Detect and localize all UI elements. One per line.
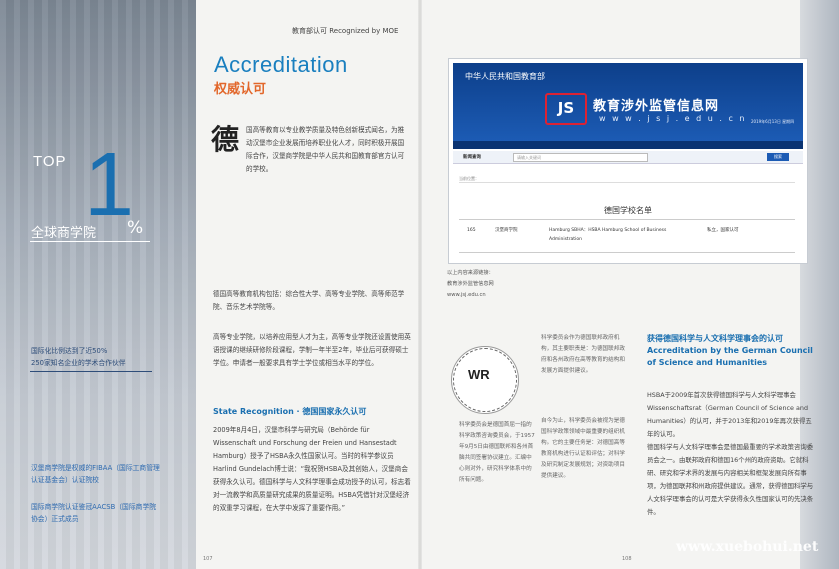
council-column-top: 科学委员会作为德国联邦政府机构，其主要职责是：为德国联邦政府和各州政府在高等教育… [541, 335, 625, 374]
right-section-title: 获得德国科学与人文科学理事会的认可 Accreditation by the G… [647, 333, 817, 369]
page-number-left: 107 [203, 556, 213, 562]
website-screenshot: 中华人民共和国教育部 JS 教育涉外监管信息网 w w w . j s j . … [448, 58, 808, 264]
search-button[interactable]: 搜索 [767, 153, 789, 161]
accreditation-aacsb: 国际商学院认证鉴冠AACSB（国际商学院协会）正式成员 [31, 503, 157, 523]
dropcap: 德 [211, 123, 240, 156]
search-label: 新闻查询 [463, 155, 481, 160]
body-paragraph-2: 高等专业学院，以培养应用型人才为主，高等专业学院还设置使用英语授课的继续研修阶段… [213, 333, 411, 367]
right-paragraph-1: HSBA于2009年首次获得德国科学与人文科学理事会Wissenschaftsr… [647, 391, 812, 438]
accreditation-fibaa: 汉堡商学院是权威的FIBAA（国际工商管理认证基金会）认证院校 [31, 464, 160, 484]
source-note: 以上内容来源链接： 教育涉外监管信息网 www.jsj.edu.cn [447, 268, 494, 301]
source-line-2: 教育涉外监管信息网 [447, 281, 494, 287]
site-search-bar: 新闻查询 请输入关键词 搜索 [453, 151, 803, 164]
right-title-en: Accreditation by the German Council of S… [647, 346, 813, 367]
table-row: 165 汉堡商学院 Hamburg SBHA：HSBA Hamburg Scho… [459, 219, 795, 253]
big-number: 1 [84, 135, 135, 235]
stat-line-2: 250家知名企业的学术合作伙伴 [31, 359, 126, 367]
site-top-title: 中华人民共和国教育部 [465, 72, 545, 81]
row-type: 私立，国家认可 [707, 228, 739, 233]
watermark: www.xuebohui.net [676, 539, 819, 555]
accreditation-subtitle: 权威认可 [214, 82, 267, 97]
page-number-right: 108 [622, 556, 632, 562]
site-name: 教育涉外监管信息网 [593, 99, 720, 114]
right-title-cn: 获得德国科学与人文科学理事会的认可 [647, 334, 783, 343]
row-name: Hamburg SBHA：HSBA Hamburg School of Busi… [549, 228, 667, 242]
body-paragraph-1: 德国高等教育机构包括：综合性大学、高等专业学院、高等师范学院、音乐艺术学院等。 [213, 290, 405, 311]
breadcrumb: 当前位置： [459, 176, 795, 183]
percent-sign: % [127, 218, 144, 238]
global-label: 全球商学院 [31, 226, 97, 241]
wr-logo-letters: WR [468, 367, 490, 382]
stat-text: 国际化比例达到了近50% 250家知名企业的学术合作伙伴 [31, 345, 126, 369]
council-column-right: 自今为止，科学委员会被视为是德国科学政策领域中最重要的组织机构。它的主要任务是：… [541, 418, 625, 479]
stat-line-1: 国际化比例达到了近50% [31, 347, 108, 355]
book-spine [418, 0, 422, 569]
header-label: 教育部认可 Recognized by MOE [292, 27, 399, 35]
site-date: 2019年6月13日 星期四 [751, 119, 795, 124]
source-url[interactable]: www.jsj.edu.cn [447, 290, 494, 301]
right-paragraph-2: 德国科学与人文科学理事会是德国最重要的学术政策咨询委员会之一。由联邦政府和德国1… [647, 443, 814, 516]
body-paragraph-3: 2009年8月4日，汉堡市科学与研究局（Behörde für Wissensc… [213, 426, 411, 512]
accreditation-title: Accreditation [214, 52, 348, 77]
site-header: 中华人民共和国教育部 JS 教育涉外监管信息网 w w w . j s j . … [453, 63, 803, 141]
row-city: 汉堡商学院 [495, 228, 518, 233]
divider [30, 241, 150, 242]
list-title: 德国学校名单 [604, 206, 652, 215]
source-line-1: 以上内容来源链接： [447, 270, 494, 276]
search-input[interactable]: 请输入关键词 [513, 153, 648, 162]
intro-text: 国高等教育以专业教学质量及特色创新模式闻名，为推动汉堡市企业发展而培养职业化人才… [246, 126, 405, 173]
section-title: State Recognition · 德国国家永久认可 [213, 407, 367, 416]
council-column-left: 科学委员会是德国首屈一指的科学政策咨询委员会，于1957年9月5日由德国联邦和各… [459, 422, 535, 483]
row-number: 165 [467, 228, 476, 233]
stat-divider [30, 371, 152, 372]
top-label: TOP [33, 153, 67, 170]
site-nav: 首页监管信息留学预警中外合作办学认证学历留学中介自费出国外籍人员教育国际专家观点 [453, 141, 803, 157]
site-logo-icon: JS [545, 93, 587, 125]
site-url: w w w . j s j . e d u . c n [599, 114, 747, 123]
